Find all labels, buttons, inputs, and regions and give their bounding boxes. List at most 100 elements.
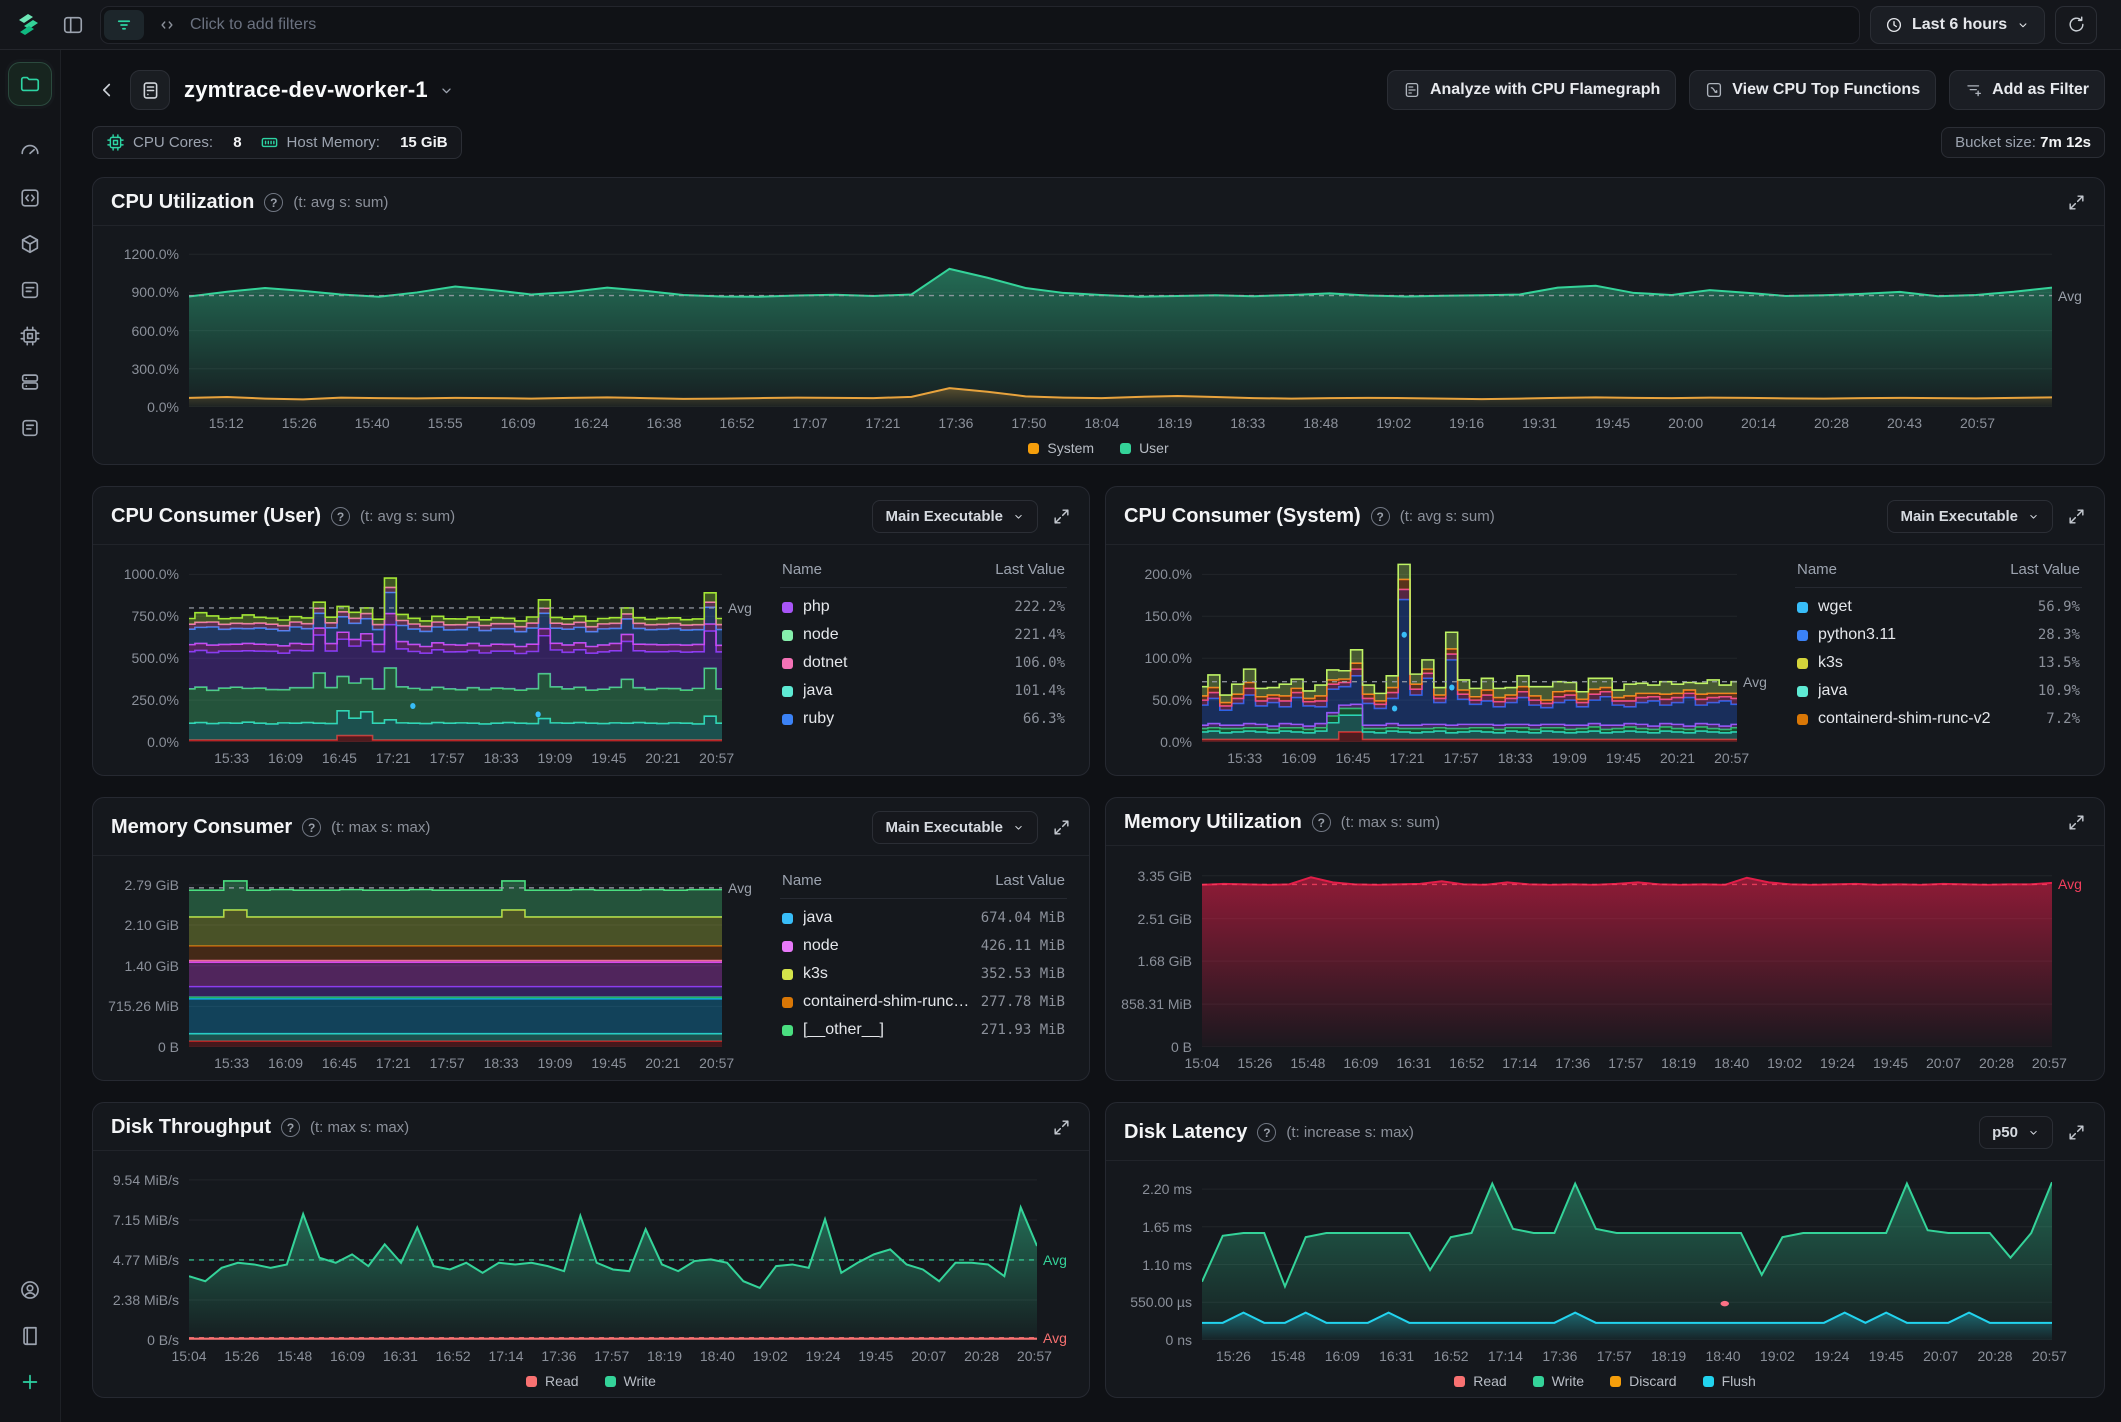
help-icon[interactable]: ? [281,1118,300,1137]
series-name: java [803,682,1004,700]
legend-table-row[interactable]: wget56.9% [1795,588,2082,616]
legend-item-flush[interactable]: Flush [1703,1373,1756,1389]
series-last-value: 222.2% [1014,599,1065,615]
main-executable-dropdown[interactable]: Main Executable [872,500,1038,533]
sidebar-toggle-icon[interactable] [56,8,90,42]
legend-table-row[interactable]: dotnet106.0% [780,644,1067,672]
sidebar-item-dashboards[interactable] [10,132,50,172]
host-switcher-caret[interactable] [438,82,455,99]
legend-item-write[interactable]: Write [1533,1373,1584,1389]
x-axis-tick: 17:36 [938,415,973,431]
legend-table-row[interactable]: ruby66.3% [780,700,1067,728]
x-axis-tick: 15:33 [214,1055,249,1071]
filter-bar[interactable] [100,6,1860,44]
avg-label: Avg [1743,674,1767,690]
disk-latency-chart[interactable]: 2.20 ms1.65 ms1.10 ms550.00 µs0 ns15:261… [1106,1161,2104,1397]
x-axis-tick: 20:28 [1978,1348,2013,1364]
sidebar-item-add[interactable] [10,1362,50,1402]
expand-icon[interactable] [1052,507,1071,526]
legend-item-system[interactable]: System [1028,440,1094,456]
legend-item-write[interactable]: Write [605,1373,656,1389]
sidebar-item-storage[interactable] [10,362,50,402]
sidebar-item-reports[interactable] [10,270,50,310]
x-axis-tick: 17:21 [376,750,411,766]
sidebar-item-cpu[interactable] [10,316,50,356]
expand-icon[interactable] [2067,813,2086,832]
disk-throughput-chart[interactable]: 9.54 MiB/s7.15 MiB/s4.77 MiB/s2.38 MiB/s… [93,1151,1089,1397]
legend-table-row[interactable]: containerd-shim-runc-v27.2% [1795,700,2082,728]
legend-item-discard[interactable]: Discard [1610,1373,1676,1389]
legend-table-row[interactable]: k3s352.53 MiB [780,955,1067,983]
expand-icon[interactable] [2067,1123,2086,1142]
view-top-functions-button[interactable]: View CPU Top Functions [1689,70,1936,110]
expand-icon[interactable] [1052,1118,1071,1137]
sidebar-item-docs[interactable] [10,408,50,448]
legend-item-read[interactable]: Read [526,1373,578,1389]
y-axis-tick: 1.68 GiB [1138,953,1192,969]
time-range-button[interactable]: Last 6 hours [1870,6,2045,44]
legend-item-user[interactable]: User [1120,440,1169,456]
main-executable-dropdown[interactable]: Main Executable [1887,500,2053,533]
x-axis-tick: 15:55 [428,415,463,431]
analyze-flamegraph-button[interactable]: Analyze with CPU Flamegraph [1387,70,1676,110]
cpu-consumer-user-chart[interactable]: 1000.0%750.0%500.0%250.0%0.0%Avg15:3316:… [93,545,774,775]
cpu-utilization-chart[interactable]: 1200.0%900.0%600.0%300.0%0.0%Avg15:1215:… [93,226,2104,464]
main-executable-dropdown[interactable]: Main Executable [872,811,1038,844]
sidebar-item-hosts[interactable] [8,62,52,106]
expand-icon[interactable] [2067,193,2086,212]
x-axis-tick: 16:31 [383,1348,418,1364]
x-axis-tick: 19:24 [806,1348,841,1364]
filter-input[interactable] [190,16,1856,34]
cpu-consumer-system-chart[interactable]: 200.0%150.0%100.0%50.0%0.0%Avg15:3316:09… [1106,545,1789,775]
series-name: node [803,626,1004,644]
legend-item-read[interactable]: Read [1454,1373,1506,1389]
sidebar-item-code[interactable] [10,178,50,218]
y-axis-tick: 1.65 ms [1142,1219,1192,1235]
legend-table-row[interactable]: python3.1128.3% [1795,616,2082,644]
entity-header: zymtrace-dev-worker-1 Analyze with CPU F… [92,66,2105,114]
help-icon[interactable]: ? [1257,1123,1276,1142]
add-as-filter-button[interactable]: Add as Filter [1949,70,2105,110]
back-button[interactable] [92,75,122,105]
help-icon[interactable]: ? [264,193,283,212]
legend-table-row[interactable]: java674.04 MiB [780,899,1067,927]
y-axis-tick: 100.0% [1145,650,1192,666]
legend-table-row[interactable]: containerd-shim-runc-v2277.78 MiB [780,983,1067,1011]
card-title: CPU Utilization [111,191,254,214]
x-axis-tick: 15:26 [1237,1055,1272,1071]
series-swatch [782,602,793,613]
legend-table-row[interactable]: k3s13.5% [1795,644,2082,672]
x-axis-tick: 20:28 [1814,415,1849,431]
help-icon[interactable]: ? [1371,507,1390,526]
legend-table-row[interactable]: java101.4% [780,672,1067,700]
legend-swatch [1120,443,1131,454]
y-axis-tick: 2.79 GiB [125,877,179,893]
sidebar-item-logs[interactable] [10,1316,50,1356]
memory-utilization-chart[interactable]: 3.35 GiB2.51 GiB1.68 GiB858.31 MiB0 BAvg… [1106,846,2104,1080]
query-code-icon[interactable] [150,10,184,40]
filter-icon[interactable] [104,10,144,40]
legend-table-row[interactable]: [__other__]271.93 MiB [780,1011,1067,1039]
legend-table-row[interactable]: node426.11 MiB [780,927,1067,955]
storage-stack-icon [19,371,41,393]
series-swatch [782,714,793,725]
legend-table-row[interactable]: php222.2% [780,588,1067,616]
x-axis-tick: 20:57 [2032,1055,2067,1071]
legend-table-row[interactable]: node221.4% [780,616,1067,644]
expand-icon[interactable] [1052,818,1071,837]
chevron-down-icon [1012,821,1025,834]
legend-table-row[interactable]: java10.9% [1795,672,2082,700]
help-icon[interactable]: ? [331,507,350,526]
x-axis-tick: 16:09 [1325,1348,1360,1364]
refresh-button[interactable] [2055,6,2097,44]
expand-icon[interactable] [2067,507,2086,526]
percentile-dropdown[interactable]: p50 [1979,1116,2053,1149]
memory-consumer-chart[interactable]: 2.79 GiB2.10 GiB1.40 GiB715.26 MiB0 BAvg… [93,856,774,1080]
sidebar-item-account[interactable] [10,1270,50,1310]
sidebar-item-containers[interactable] [10,224,50,264]
help-icon[interactable]: ? [302,818,321,837]
x-axis-tick: 17:21 [376,1055,411,1071]
bucket-size-badge: Bucket size: 7m 12s [1941,127,2105,158]
y-axis-tick: 0.0% [147,399,179,415]
help-icon[interactable]: ? [1312,813,1331,832]
